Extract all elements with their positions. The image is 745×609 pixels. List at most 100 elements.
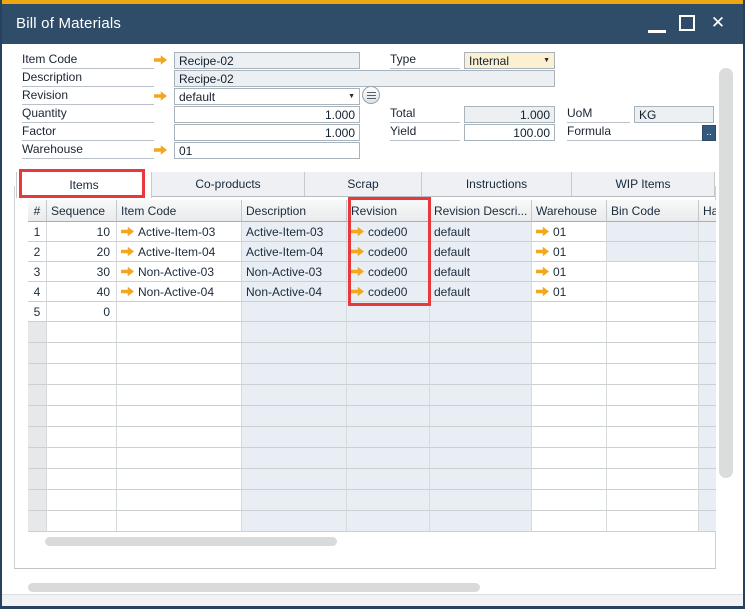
- cell-description[interactable]: Active-Item-03: [242, 222, 347, 242]
- table-row-empty[interactable]: [28, 427, 716, 448]
- cell-sequence[interactable]: 30: [47, 262, 117, 282]
- cell-description[interactable]: [242, 490, 347, 511]
- table-row-empty[interactable]: [28, 448, 716, 469]
- cell-item-code[interactable]: [117, 490, 242, 511]
- cell-sequence[interactable]: 0: [47, 302, 117, 322]
- cell-description[interactable]: [242, 427, 347, 448]
- cell-sequence[interactable]: [47, 385, 117, 406]
- revision-link-arrow-icon[interactable]: [154, 91, 167, 101]
- cell-sequence[interactable]: [47, 469, 117, 490]
- cell-revision-description[interactable]: [430, 364, 532, 385]
- cell-bin-code[interactable]: [607, 469, 699, 490]
- cell-warehouse[interactable]: [532, 427, 607, 448]
- cell-revision[interactable]: [347, 322, 430, 343]
- cell-item-code[interactable]: [117, 406, 242, 427]
- cell-ha[interactable]: [699, 343, 716, 364]
- cell-warehouse[interactable]: 01: [532, 262, 607, 282]
- cell-bin-code[interactable]: [607, 242, 699, 262]
- cell-revision-description[interactable]: default: [430, 282, 532, 302]
- cell-item-code[interactable]: [117, 364, 242, 385]
- item-code-link-arrow-icon[interactable]: [154, 55, 167, 65]
- cell-item-code[interactable]: Non-Active-04: [117, 282, 242, 302]
- warehouse-link-arrow-icon[interactable]: [536, 227, 549, 237]
- revision-link-arrow-icon[interactable]: [351, 267, 364, 277]
- total-field[interactable]: 1.000: [464, 106, 555, 123]
- item-code-field[interactable]: Recipe-02: [174, 52, 360, 69]
- cell-ha[interactable]: [699, 385, 716, 406]
- cell-warehouse[interactable]: [532, 343, 607, 364]
- grid-horizontal-scrollbar-thumb[interactable]: [45, 537, 337, 546]
- cell-sequence[interactable]: [47, 364, 117, 385]
- cell-revision-description[interactable]: [430, 343, 532, 364]
- tab-wip-items[interactable]: WIP Items: [572, 172, 715, 196]
- cell-description[interactable]: [242, 469, 347, 490]
- cell-sequence[interactable]: [47, 406, 117, 427]
- cell-item-code[interactable]: [117, 469, 242, 490]
- revision-dropdown[interactable]: default ▼: [174, 88, 360, 105]
- cell-description[interactable]: Active-Item-04: [242, 242, 347, 262]
- item-link-arrow-icon[interactable]: [121, 287, 134, 297]
- cell-bin-code[interactable]: [607, 490, 699, 511]
- cell-bin-code[interactable]: [607, 427, 699, 448]
- cell-revision[interactable]: [347, 385, 430, 406]
- formula-browse-button[interactable]: ..: [702, 125, 716, 141]
- cell-revision[interactable]: [347, 448, 430, 469]
- cell-sequence[interactable]: [47, 511, 117, 532]
- cell-revision[interactable]: code00: [347, 282, 430, 302]
- cell-sequence[interactable]: 40: [47, 282, 117, 302]
- table-row-empty[interactable]: [28, 385, 716, 406]
- cell-description[interactable]: [242, 511, 347, 532]
- revision-menu-button[interactable]: [362, 86, 380, 104]
- item-link-arrow-icon[interactable]: [121, 267, 134, 277]
- cell-ha[interactable]: [699, 282, 716, 302]
- table-row-empty[interactable]: [28, 406, 716, 427]
- cell-warehouse[interactable]: 01: [532, 242, 607, 262]
- cell-bin-code[interactable]: [607, 302, 699, 322]
- cell-revision[interactable]: [347, 511, 430, 532]
- tab-instructions[interactable]: Instructions: [422, 172, 572, 196]
- cell-item-code[interactable]: [117, 322, 242, 343]
- warehouse-link-arrow-icon[interactable]: [536, 267, 549, 277]
- cell-sequence[interactable]: 10: [47, 222, 117, 242]
- tab-co-products[interactable]: Co-products: [152, 172, 305, 196]
- yield-field[interactable]: 100.00: [464, 124, 555, 141]
- cell-bin-code[interactable]: [607, 262, 699, 282]
- description-field[interactable]: Recipe-02: [174, 70, 555, 87]
- cell-ha[interactable]: [699, 406, 716, 427]
- cell-sequence[interactable]: [47, 322, 117, 343]
- cell-description[interactable]: Non-Active-04: [242, 282, 347, 302]
- cell-item-code[interactable]: [117, 343, 242, 364]
- cell-revision[interactable]: code00: [347, 262, 430, 282]
- cell-revision-description[interactable]: [430, 302, 532, 322]
- cell-revision-description[interactable]: [430, 511, 532, 532]
- minimize-icon[interactable]: [648, 30, 666, 33]
- cell-revision[interactable]: [347, 490, 430, 511]
- cell-revision[interactable]: [347, 406, 430, 427]
- cell-sequence[interactable]: [47, 427, 117, 448]
- factor-field[interactable]: 1.000: [174, 124, 360, 141]
- cell-warehouse[interactable]: [532, 469, 607, 490]
- cell-ha[interactable]: [699, 262, 716, 282]
- warehouse-link-arrow-icon[interactable]: [154, 145, 167, 155]
- cell-revision-description[interactable]: [430, 427, 532, 448]
- cell-bin-code[interactable]: [607, 406, 699, 427]
- cell-description[interactable]: Non-Active-03: [242, 262, 347, 282]
- tab-items[interactable]: Items: [16, 172, 152, 198]
- cell-revision-description[interactable]: default: [430, 242, 532, 262]
- cell-revision[interactable]: [347, 364, 430, 385]
- cell-description[interactable]: [242, 302, 347, 322]
- warehouse-field[interactable]: 01: [174, 142, 360, 159]
- cell-bin-code[interactable]: [607, 448, 699, 469]
- cell-revision-description[interactable]: default: [430, 262, 532, 282]
- window-horizontal-scrollbar-thumb[interactable]: [28, 583, 480, 592]
- revision-link-arrow-icon[interactable]: [351, 227, 364, 237]
- cell-warehouse[interactable]: [532, 385, 607, 406]
- cell-item-code[interactable]: [117, 511, 242, 532]
- cell-revision[interactable]: [347, 302, 430, 322]
- cell-bin-code[interactable]: [607, 222, 699, 242]
- cell-revision[interactable]: code00: [347, 242, 430, 262]
- cell-ha[interactable]: [699, 222, 716, 242]
- cell-bin-code[interactable]: [607, 343, 699, 364]
- uom-field[interactable]: KG: [634, 106, 714, 123]
- vertical-scrollbar-thumb[interactable]: [719, 68, 733, 478]
